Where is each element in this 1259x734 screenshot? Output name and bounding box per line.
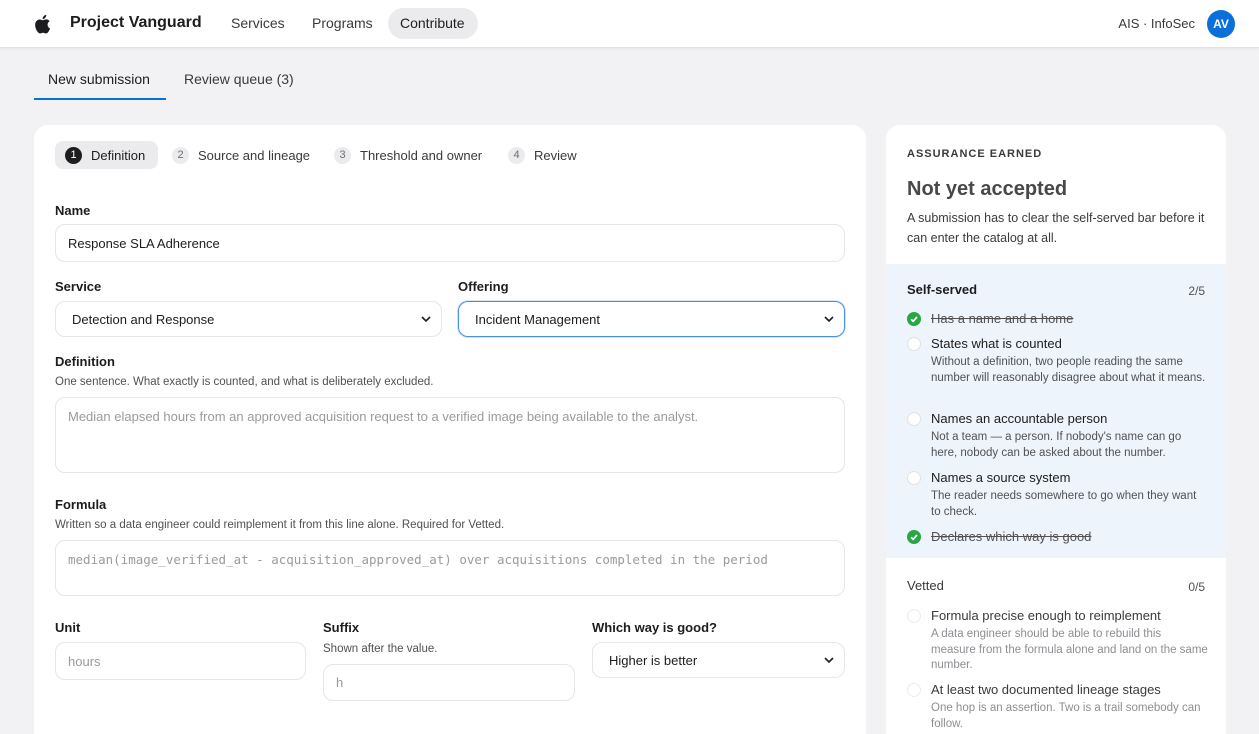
direction-label: Which way is good? — [592, 620, 717, 635]
definition-label: Definition — [55, 354, 115, 369]
chevron-down-icon — [824, 657, 834, 664]
assurance-title: Not yet accepted — [907, 178, 1068, 200]
criterion-title: Names an accountable person — [931, 411, 1108, 426]
criterion-description: One hop is an assertion. Two is a trail … — [931, 702, 1201, 730]
definition-textarea[interactable]: Median elapsed hours from an approved ac… — [55, 397, 845, 473]
apple-logo-icon[interactable] — [33, 13, 51, 35]
criterion-description: Without a definition, two people reading… — [931, 356, 1206, 384]
step-review[interactable]: 4 Review — [508, 141, 577, 169]
group-count: 0/5 — [1188, 580, 1205, 594]
formula-label: Formula — [55, 497, 107, 512]
nav-services[interactable]: Services — [219, 8, 297, 39]
step-label: Definition — [91, 147, 146, 163]
step-label: Review — [534, 147, 577, 163]
definition-placeholder: Median elapsed hours from an approved ac… — [68, 409, 699, 424]
direction-select[interactable]: Higher is better — [592, 642, 845, 678]
formula-textarea[interactable]: median(image_verified_at - acquisition_a… — [55, 540, 845, 596]
assurance-description: A submission has to clear the self-serve… — [907, 211, 1205, 245]
unit-placeholder: hours — [68, 653, 101, 669]
criterion-title: At least two documented lineage stages — [931, 682, 1161, 697]
brand-title[interactable]: Project Vanguard — [70, 14, 202, 32]
empty-circle-icon — [907, 471, 921, 485]
suffix-label: Suffix — [323, 620, 360, 635]
group-title: Self-served — [907, 282, 978, 297]
suffix-input[interactable]: h — [323, 664, 575, 701]
name-input[interactable]: Response SLA Adherence — [55, 224, 845, 262]
criterion-description: Not a team — a person. If nobody's name … — [931, 431, 1182, 459]
self-served-section: Self-served 2/5 Has a name and a home St… — [886, 264, 1226, 558]
chevron-down-icon — [824, 316, 834, 323]
tab-new-submission[interactable]: New submission — [48, 71, 150, 87]
criterion-description: The reader needs somewhere to go when th… — [931, 490, 1197, 518]
check-icon — [907, 530, 921, 544]
empty-circle-icon — [907, 412, 921, 426]
active-tab-indicator — [34, 98, 166, 100]
name-value: Response SLA Adherence — [68, 235, 220, 251]
step-threshold-owner[interactable]: 3 Threshold and owner — [334, 141, 482, 169]
step-source-lineage[interactable]: 2 Source and lineage — [172, 141, 310, 169]
step-label: Threshold and owner — [360, 147, 483, 163]
service-value: Detection and Response — [72, 311, 215, 327]
step-number: 3 — [334, 146, 351, 164]
assurance-eyebrow: ASSURANCE EARNED — [907, 148, 1043, 160]
criterion-title: States what is counted — [931, 336, 1062, 351]
formula-placeholder: median(image_verified_at - acquisition_a… — [68, 552, 768, 567]
name-label: Name — [55, 203, 91, 218]
definition-help: One sentence. What exactly is counted, a… — [55, 376, 434, 388]
nav-programs[interactable]: Programs — [300, 8, 385, 39]
submission-form-card: 1 Definition 2 Source and lineage 3 Thre… — [34, 125, 866, 734]
empty-circle-icon — [907, 683, 921, 697]
empty-circle-icon — [907, 337, 921, 351]
suffix-help: Shown after the value. — [323, 643, 438, 655]
assurance-panel: ASSURANCE EARNED Not yet accepted A subm… — [886, 125, 1226, 734]
offering-value: Incident Management — [475, 311, 601, 327]
step-label: Source and lineage — [198, 147, 311, 163]
suffix-placeholder: h — [336, 675, 344, 690]
service-select[interactable]: Detection and Response — [55, 301, 442, 337]
empty-circle-icon — [907, 609, 921, 623]
group-title: Vetted — [907, 578, 944, 593]
direction-value: Higher is better — [609, 652, 698, 668]
step-number: 1 — [65, 146, 82, 164]
org-label: AIS · InfoSec — [1118, 16, 1195, 31]
criterion-title: Names a source system — [931, 470, 1071, 485]
group-count: 2/5 — [1188, 284, 1205, 298]
tab-review-queue[interactable]: Review queue (3) — [184, 71, 294, 87]
unit-label: Unit — [55, 620, 81, 635]
step-number: 2 — [172, 146, 189, 164]
offering-select[interactable]: Incident Management — [458, 301, 845, 337]
top-bar: Project Vanguard Services Programs Contr… — [0, 0, 1259, 48]
nav-contribute[interactable]: Contribute — [388, 8, 478, 39]
criterion-title: Has a name and a home — [931, 311, 1074, 326]
criterion-description: A data engineer should be able to rebuil… — [931, 628, 1208, 671]
formula-help: Written so a data engineer could reimple… — [55, 519, 505, 531]
step-definition[interactable]: 1 Definition — [55, 141, 158, 169]
criterion-title: Declares which way is good — [931, 529, 1092, 544]
unit-input[interactable]: hours — [55, 642, 306, 680]
offering-label: Offering — [458, 279, 509, 294]
step-number: 4 — [508, 146, 525, 164]
avatar[interactable]: AV — [1207, 10, 1235, 38]
criterion-title: Formula precise enough to reimplement — [931, 608, 1161, 623]
service-label: Service — [55, 279, 102, 294]
check-icon — [907, 312, 921, 326]
chevron-down-icon — [421, 316, 431, 323]
